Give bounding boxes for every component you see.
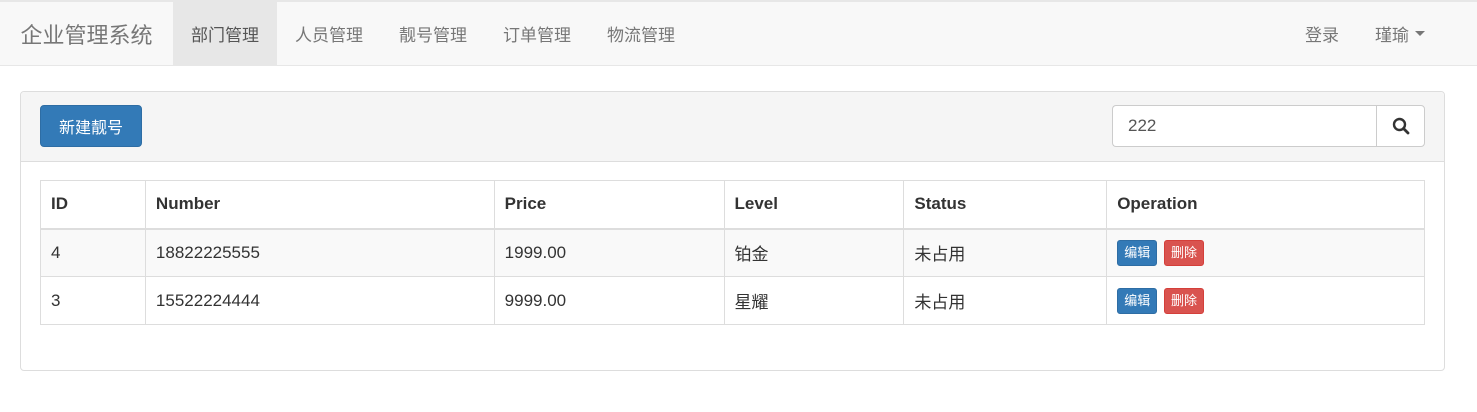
edit-button[interactable]: 编辑 [1117,239,1158,266]
search-icon [1392,117,1409,135]
cell-id: 4 [40,228,146,277]
nav-item-department[interactable]: 部门管理 [173,2,277,65]
table-header-row: ID Number Price Level Status Operation [40,180,1425,230]
nav-item-staff[interactable]: 人员管理 [277,2,381,65]
cell-operation: 编辑 删除 [1106,228,1425,277]
cell-status: 未占用 [903,228,1108,277]
header-price: Price [493,180,725,230]
nav-item-pretty-number[interactable]: 靓号管理 [381,2,485,65]
cell-price: 1999.00 [493,228,725,277]
cell-price: 9999.00 [493,276,725,325]
nav-right: 登录 瑾瑜 [1287,2,1443,65]
login-link[interactable]: 登录 [1287,2,1357,65]
new-number-button[interactable]: 新建靓号 [40,105,142,147]
cell-level: 铂金 [723,228,905,277]
header-status: Status [903,180,1108,230]
edit-button[interactable]: 编辑 [1117,287,1158,314]
header-number: Number [144,180,495,230]
search-input[interactable] [1112,105,1376,147]
table-row: 3 15522224444 9999.00 星耀 未占用 编辑 删除 [40,276,1425,325]
nav-item-logistics[interactable]: 物流管理 [589,2,693,65]
search-group [1112,105,1425,147]
cell-level: 星耀 [723,276,905,325]
nav-item-orders[interactable]: 订单管理 [485,2,589,65]
cell-number: 15522224444 [144,276,495,325]
user-dropdown[interactable]: 瑾瑜 [1357,2,1443,65]
delete-button[interactable]: 删除 [1163,239,1204,266]
header-id: ID [40,180,146,230]
cell-number: 18822225555 [144,228,495,277]
header-level: Level [723,180,905,230]
header-operation: Operation [1106,180,1425,230]
brand-title[interactable]: 企业管理系统 [0,2,173,65]
panel-heading: 新建靓号 [21,92,1444,162]
numbers-table: ID Number Price Level Status Operation 4… [40,180,1425,325]
table-row: 4 18822225555 1999.00 铂金 未占用 编辑 删除 [40,228,1425,277]
cell-status: 未占用 [903,276,1108,325]
delete-button[interactable]: 删除 [1163,287,1204,314]
search-button[interactable] [1376,105,1425,147]
navbar: 企业管理系统 部门管理 人员管理 靓号管理 订单管理 物流管理 登录 瑾瑜 [0,0,1477,66]
user-name: 瑾瑜 [1375,26,1409,45]
content-panel: 新建靓号 ID Number Price Level Status Oper [20,91,1445,371]
cell-operation: 编辑 删除 [1106,276,1425,325]
cell-id: 3 [40,276,146,325]
caret-down-icon [1415,31,1425,36]
